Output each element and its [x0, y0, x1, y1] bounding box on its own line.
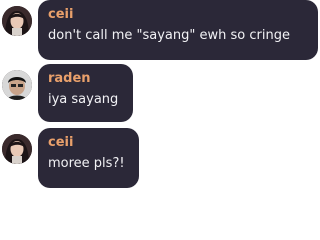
message-bubble: ceii don't call me "sayang" ewh so cring…	[38, 0, 318, 60]
message-text: don't call me "sayang" ewh so cringe	[48, 28, 290, 43]
message-username[interactable]: raden	[48, 70, 123, 87]
user-avatar-photo-icon	[2, 70, 32, 100]
chat-log: ceii don't call me "sayang" ewh so cring…	[0, 0, 320, 240]
user-avatar-photo-icon	[2, 6, 32, 36]
avatar-ceii[interactable]	[2, 134, 32, 164]
message-username[interactable]: ceii	[48, 6, 308, 23]
message-text: iya sayang	[48, 92, 119, 107]
message-bubble: ceii moree pls?!	[38, 128, 139, 188]
avatar-ceii[interactable]	[2, 6, 32, 36]
message-text: moree pls?!	[48, 156, 125, 171]
user-avatar-photo-icon	[2, 134, 32, 164]
message-username[interactable]: ceii	[48, 134, 129, 151]
message-bubble: raden iya sayang	[38, 64, 133, 122]
avatar-raden[interactable]	[2, 70, 32, 100]
